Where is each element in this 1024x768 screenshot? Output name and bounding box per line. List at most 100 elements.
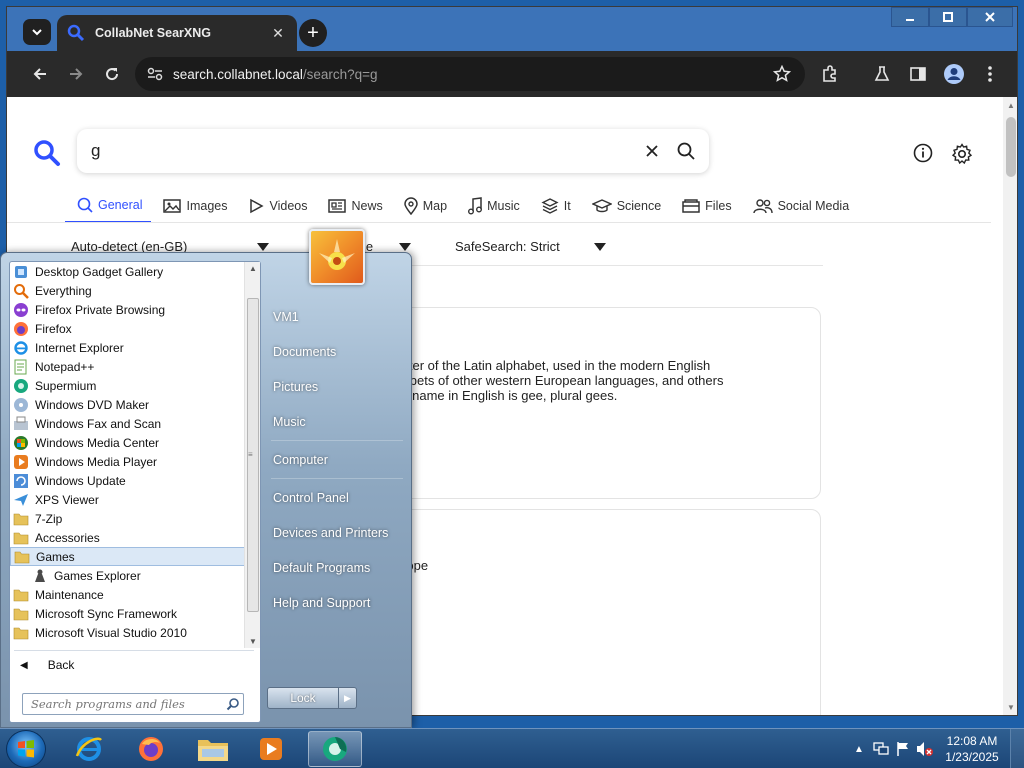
start-link-default-programs[interactable]: Default Programs: [267, 550, 407, 585]
address-bar[interactable]: search.collabnet.local/search?q=g: [135, 57, 805, 91]
site-info-icon[interactable]: [145, 66, 165, 82]
programs-scrollbar[interactable]: ▲ ≡ ▼: [244, 262, 260, 648]
searxng-logo-icon[interactable]: [33, 139, 61, 167]
dvd-maker-icon: [13, 397, 29, 413]
submit-search-button[interactable]: [669, 141, 703, 161]
tab-social-media[interactable]: Social Media: [741, 189, 859, 223]
start-link-music[interactable]: Music: [267, 404, 407, 439]
reload-button[interactable]: [95, 57, 129, 91]
program-item[interactable]: Windows Update: [10, 471, 246, 490]
start-search-field[interactable]: [22, 693, 244, 715]
program-item[interactable]: Desktop Gadget Gallery: [10, 262, 246, 281]
tab-science[interactable]: Science: [580, 189, 670, 223]
media-player-icon: [13, 454, 29, 470]
back-button[interactable]: [23, 57, 57, 91]
action-center-flag-icon[interactable]: [892, 738, 914, 760]
program-item[interactable]: Accessories: [10, 528, 246, 547]
tab-music[interactable]: Music: [456, 189, 529, 223]
start-link-pictures[interactable]: Pictures: [267, 369, 407, 404]
program-item[interactable]: Windows Fax and Scan: [10, 414, 246, 433]
layers-icon: [541, 198, 559, 214]
taskbar-internet-explorer[interactable]: [62, 731, 116, 767]
start-link-help-support[interactable]: Help and Support: [267, 585, 407, 620]
start-link-divider: [271, 440, 403, 441]
tab-it[interactable]: It: [529, 189, 580, 223]
taskbar-file-explorer[interactable]: [186, 731, 240, 767]
program-item[interactable]: Games Explorer: [10, 566, 246, 585]
program-item[interactable]: Firefox: [10, 319, 246, 338]
info-icon[interactable]: [913, 143, 933, 163]
tab-images[interactable]: Images: [151, 189, 236, 223]
taskbar-firefox[interactable]: [124, 731, 178, 767]
tab-label: Music: [487, 199, 520, 213]
start-link-documents[interactable]: Documents: [267, 334, 407, 369]
close-window-button[interactable]: [967, 7, 1013, 27]
scroll-down-arrow-icon[interactable]: ▼: [245, 637, 261, 646]
program-label: Games Explorer: [54, 568, 141, 583]
start-link-devices-printers[interactable]: Devices and Printers: [267, 515, 407, 550]
taskbar-media-player[interactable]: [244, 731, 298, 767]
program-item[interactable]: Microsoft Visual Studio 2010: [10, 623, 246, 642]
extensions-button[interactable]: [813, 57, 847, 91]
tab-close-icon[interactable]: ✕: [269, 25, 287, 42]
program-item[interactable]: XPS Viewer: [10, 490, 246, 509]
page-scrollbar[interactable]: ▲ ▼: [1003, 97, 1017, 715]
forward-button[interactable]: [59, 57, 93, 91]
scrollbar-thumb[interactable]: [1006, 117, 1016, 177]
program-item[interactable]: Notepad++: [10, 357, 246, 376]
program-item[interactable]: Windows DVD Maker: [10, 395, 246, 414]
scroll-up-arrow-icon[interactable]: ▲: [1003, 99, 1017, 113]
program-item[interactable]: Supermium: [10, 376, 246, 395]
browser-menu-button[interactable]: [973, 57, 1007, 91]
new-tab-button[interactable]: +: [299, 19, 327, 47]
taskbar-supermium[interactable]: [308, 731, 362, 767]
show-desktop-button[interactable]: [1010, 729, 1024, 768]
tab-general[interactable]: General: [65, 189, 152, 223]
program-item[interactable]: Firefox Private Browsing: [10, 300, 246, 319]
program-item[interactable]: Internet Explorer: [10, 338, 246, 357]
volume-muted-icon[interactable]: [914, 738, 936, 760]
start-link-control-panel[interactable]: Control Panel: [267, 480, 407, 515]
user-picture[interactable]: [309, 229, 365, 285]
tab-files[interactable]: Files: [670, 189, 740, 223]
start-search-input[interactable]: [31, 697, 223, 711]
gear-icon[interactable]: [951, 143, 973, 165]
bookmark-star-icon[interactable]: [773, 65, 791, 83]
program-item[interactable]: Everything: [10, 281, 246, 300]
lock-button[interactable]: Lock: [267, 687, 339, 709]
minimize-button[interactable]: [891, 7, 929, 27]
games-explorer-icon: [32, 568, 48, 584]
shutdown-options-button[interactable]: ▶: [339, 687, 357, 709]
maximize-button[interactable]: [929, 7, 967, 27]
start-button[interactable]: [6, 730, 46, 768]
program-label: Windows Fax and Scan: [35, 416, 162, 431]
show-hidden-icons-button[interactable]: ▲: [848, 738, 870, 760]
program-item[interactable]: Games: [10, 547, 246, 566]
program-item[interactable]: Windows Media Center: [10, 433, 246, 452]
puzzle-icon: [823, 65, 836, 82]
system-clock[interactable]: 12:08 AM 1/23/2025: [940, 733, 1004, 765]
program-item[interactable]: Windows Media Player: [10, 452, 246, 471]
labs-button[interactable]: [865, 57, 899, 91]
search-icon[interactable]: [223, 697, 243, 711]
scroll-down-arrow-icon[interactable]: ▼: [1003, 701, 1017, 715]
tab-map[interactable]: Map: [392, 189, 456, 223]
program-item[interactable]: Maintenance: [10, 585, 246, 604]
program-item[interactable]: 7-Zip: [10, 509, 246, 528]
tab-search-button[interactable]: [23, 19, 51, 45]
tab-news[interactable]: News: [316, 189, 391, 223]
side-panel-button[interactable]: [901, 57, 935, 91]
browser-tab[interactable]: CollabNet SearXNG ✕: [57, 15, 297, 51]
network-icon[interactable]: [870, 738, 892, 760]
back-button[interactable]: ◀ Back: [20, 658, 74, 672]
scroll-up-arrow-icon[interactable]: ▲: [245, 264, 261, 273]
tab-videos[interactable]: Videos: [236, 189, 316, 223]
fax-icon: [13, 416, 29, 432]
search-input[interactable]: g: [77, 129, 709, 173]
program-item[interactable]: Microsoft Sync Framework: [10, 604, 246, 623]
start-link-computer[interactable]: Computer: [267, 442, 407, 477]
profile-button[interactable]: [937, 57, 971, 91]
start-link-user[interactable]: VM1: [267, 299, 407, 334]
clear-search-button[interactable]: [635, 144, 669, 158]
safesearch-select[interactable]: SafeSearch: Strict: [449, 239, 606, 254]
